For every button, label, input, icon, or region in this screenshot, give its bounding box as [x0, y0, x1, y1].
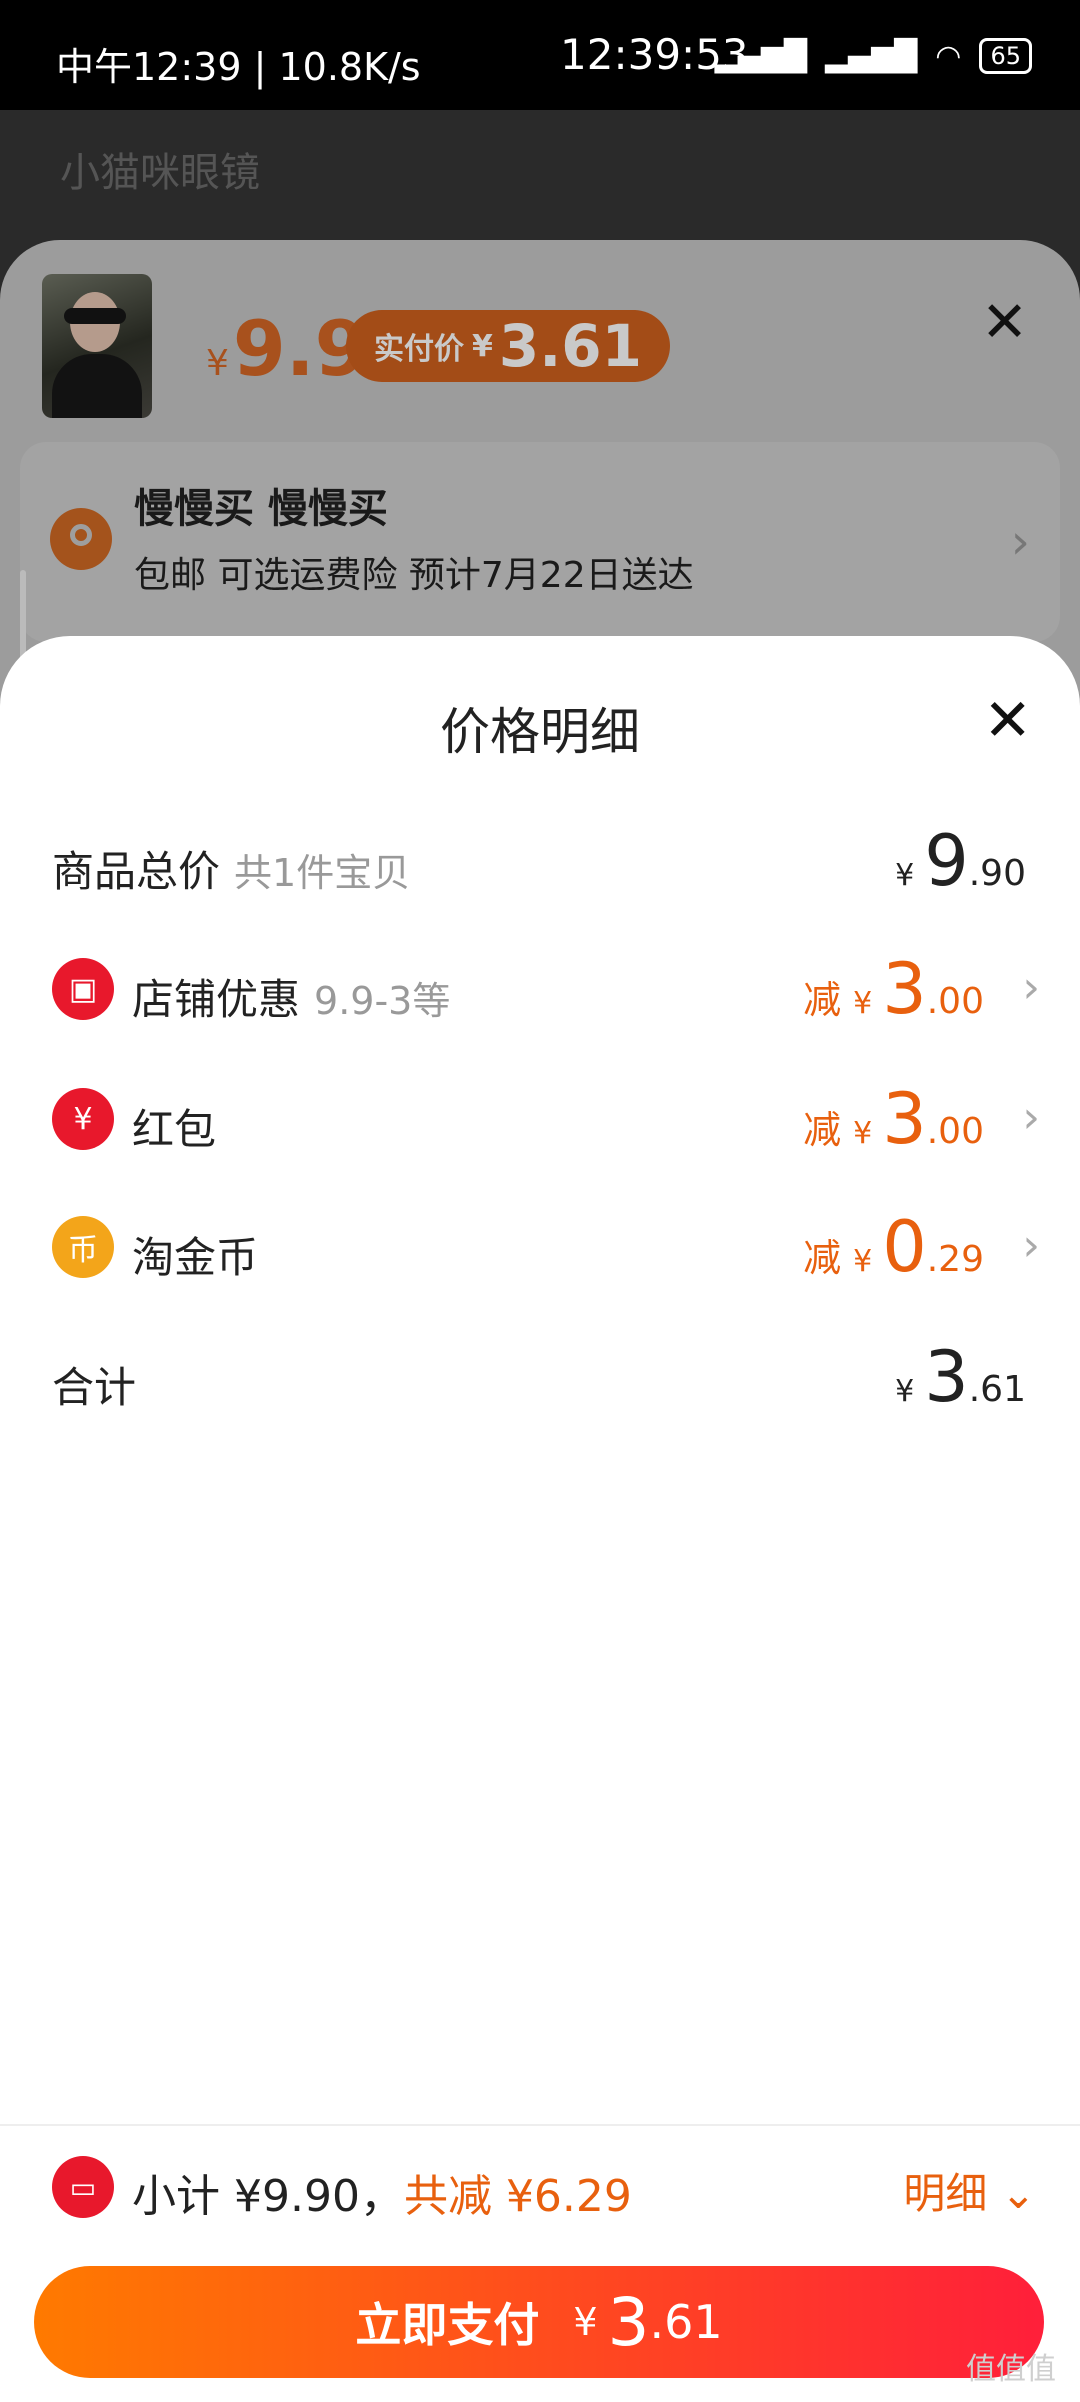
subtotal-text: 小计 ¥9.90，共减 ¥6.29 [132, 2171, 632, 2222]
status-icons: ▂▄▆█ ▂▄▆█ ◠ 65 [715, 38, 1032, 74]
address-delivery-info: 包邮 可选运费险 预计7月22日送达 [134, 555, 694, 596]
row-label: 合计 [52, 1363, 137, 1412]
row-amount: 减 ¥3.00 [803, 948, 984, 1030]
close-icon[interactable]: ✕ [981, 290, 1028, 355]
chevron-right-icon: › [1022, 962, 1040, 1013]
row-amount: 减 ¥0.29 [803, 1206, 984, 1288]
total-saving: 共减 ¥6.29 [403, 2171, 632, 2222]
modal-title: 价格明细 [440, 703, 640, 761]
address-card[interactable]: 慢慢买 慢慢买 包邮 可选运费险 预计7月22日送达 › [20, 442, 1060, 642]
paid-price-badge: 实付价 ¥3.61 [346, 310, 670, 382]
chevron-right-icon: › [1022, 1092, 1040, 1143]
price-row-shop-discount[interactable]: ▣ 店铺优惠 9.9-3等 减 ¥3.00 › [0, 942, 1080, 1042]
row-label: 商品总价 共1件宝贝 [52, 847, 411, 896]
checkout-bar: ▭ 小计 ¥9.90，共减 ¥6.29 明细 ⌄ 立即支付 ¥ 3 .61 [0, 2124, 1080, 2402]
battery-icon: 65 [979, 38, 1032, 74]
row-label: 淘金币 [132, 1233, 259, 1282]
product-thumbnail[interactable] [42, 274, 152, 418]
order-price: ¥9.9 [206, 304, 368, 393]
price-row-sum: 合计 ¥3.61 [0, 1330, 1080, 1430]
signal-icon-2: ▂▄▆█ [824, 38, 918, 74]
chevron-right-icon: › [1010, 514, 1030, 570]
shop-icon: ▣ [52, 958, 114, 1020]
status-bar: 中午12:39 | 10.8K/s 12:39:53 ▂▄▆█ ▂▄▆█ ◠ 6… [0, 0, 1080, 110]
detail-toggle-button[interactable]: 明细 ⌄ [903, 2160, 1036, 2221]
row-amount: ¥3.61 [895, 1336, 1026, 1418]
chevron-down-icon: ⌄ [1000, 2169, 1036, 2218]
row-label: 店铺优惠 9.9-3等 [132, 975, 451, 1024]
row-label: 红包 [132, 1105, 217, 1154]
pay-now-button[interactable]: 立即支付 ¥ 3 .61 [34, 2266, 1044, 2378]
address-name: 慢慢买 慢慢买 [134, 486, 388, 532]
red-packet-icon: ¥ [52, 1088, 114, 1150]
background-search-text: 小猫咪眼镜 [60, 150, 260, 196]
coupon-icon: ▭ [52, 2156, 114, 2218]
chevron-right-icon: › [1022, 1220, 1040, 1271]
wifi-icon: ◠ [935, 38, 962, 74]
signal-icon: ▂▄▆█ [714, 38, 807, 74]
gold-coin-icon: 币 [52, 1216, 114, 1278]
status-left: 中午12:39 | 10.8K/s [56, 45, 421, 89]
price-row-gold-coins[interactable]: 币 淘金币 减 ¥0.29 › [0, 1200, 1080, 1300]
row-amount: 减 ¥3.00 [803, 1078, 984, 1160]
price-row-total: 商品总价 共1件宝贝 ¥9.90 [0, 814, 1080, 914]
location-pin-icon [50, 508, 112, 570]
price-row-red-packet[interactable]: ¥ 红包 减 ¥3.00 › [0, 1072, 1080, 1172]
watermark: 值值值 [966, 2352, 1056, 2387]
row-amount: ¥9.90 [895, 820, 1026, 902]
close-icon[interactable]: ✕ [983, 686, 1032, 754]
